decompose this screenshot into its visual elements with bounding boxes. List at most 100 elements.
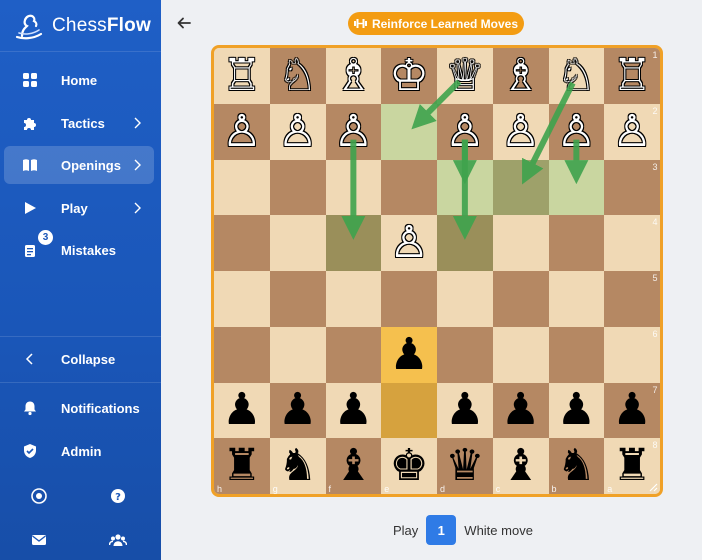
- side-to-move-label: White move: [464, 522, 533, 538]
- resize-handle-icon[interactable]: [648, 482, 658, 492]
- white-piece[interactable]: ♖: [214, 48, 270, 104]
- board-square[interactable]: [492, 326, 549, 383]
- white-piece[interactable]: ♘: [549, 48, 605, 104]
- rank-label: 6: [652, 328, 658, 339]
- help-icon[interactable]: ?: [109, 487, 127, 505]
- board-square[interactable]: [269, 271, 326, 328]
- sidebar-item-label: Mistakes: [61, 242, 116, 258]
- board-square[interactable]: [214, 326, 271, 383]
- black-piece[interactable]: ♚: [381, 438, 437, 494]
- sidebar-item-openings[interactable]: Openings: [4, 146, 154, 184]
- board-square[interactable]: [381, 103, 438, 160]
- board-square[interactable]: [492, 215, 549, 272]
- sidebar-item-label: Home: [61, 72, 98, 88]
- divider: [0, 336, 161, 337]
- sidebar-item-play[interactable]: Play: [4, 189, 154, 227]
- white-piece[interactable]: ♖: [604, 48, 660, 104]
- sidebar-item-label: Notifications: [61, 400, 140, 416]
- board-square[interactable]: [381, 159, 438, 216]
- play-label: Play: [393, 522, 419, 538]
- board-square[interactable]: [437, 215, 494, 272]
- board-square[interactable]: [381, 271, 438, 328]
- black-piece[interactable]: ♟: [326, 383, 382, 439]
- mail-icon[interactable]: [30, 531, 48, 549]
- black-piece[interactable]: ♝: [326, 438, 382, 494]
- sidebar-item-notifications[interactable]: Notifications: [4, 389, 154, 427]
- sidebar-item-label: Play: [61, 200, 88, 216]
- white-piece[interactable]: ♗: [493, 48, 549, 104]
- brand[interactable]: ChessFlow: [0, 0, 161, 52]
- chevron-right-icon: [134, 159, 141, 171]
- board-square[interactable]: [325, 326, 382, 383]
- black-piece[interactable]: ♞: [549, 438, 605, 494]
- users-icon[interactable]: [109, 531, 127, 549]
- board-square[interactable]: [437, 326, 494, 383]
- reinforce-moves-button[interactable]: Reinforce Learned Moves: [348, 12, 524, 35]
- chevron-right-icon: [134, 117, 141, 129]
- notes-icon: [25, 245, 35, 257]
- board-square[interactable]: [548, 159, 605, 216]
- board-square[interactable]: [437, 159, 494, 216]
- white-piece[interactable]: ♙: [493, 104, 549, 160]
- white-piece[interactable]: ♗: [326, 48, 382, 104]
- chess-board[interactable]: ♖ ♘ ♗ ♔ ♕ ♗ ♘ 1 ♖ ♙ ♙ ♙ ♙ ♙ ♙ 2 ♙ 3 ♙ 4 5 ♟ 6 ♟ ♟ ♟ ♟ ♟ ♟ 7 ♟ h ♜ g ♞ f ♝ e ♚ d…: [211, 45, 663, 497]
- board-square[interactable]: [381, 382, 438, 439]
- black-piece[interactable]: ♟: [381, 327, 437, 383]
- move-number: 1: [426, 515, 457, 545]
- board-square[interactable]: [214, 271, 271, 328]
- discord-icon[interactable]: [30, 487, 48, 505]
- board-square[interactable]: [492, 159, 549, 216]
- rank-label: 4: [652, 217, 658, 228]
- black-piece[interactable]: ♜: [214, 438, 270, 494]
- board-square[interactable]: 4: [604, 215, 660, 272]
- white-piece[interactable]: ♙: [381, 215, 437, 271]
- board-square[interactable]: [325, 215, 382, 272]
- sidebar-item-mistakes[interactable]: 3 Mistakes: [4, 230, 154, 269]
- board-square[interactable]: [548, 326, 605, 383]
- sidebar-item-tactics[interactable]: Tactics: [4, 104, 154, 142]
- grid-icon: [23, 73, 37, 87]
- black-piece[interactable]: ♞: [270, 438, 326, 494]
- black-piece[interactable]: ♟: [270, 383, 326, 439]
- back-arrow-icon[interactable]: [175, 14, 193, 32]
- white-piece[interactable]: ♙: [214, 104, 270, 160]
- white-piece[interactable]: ♔: [381, 48, 437, 104]
- board-grid: ♖ ♘ ♗ ♔ ♕ ♗ ♘ 1 ♖ ♙ ♙ ♙ ♙ ♙ ♙ 2 ♙ 3 ♙ 4 5 ♟ 6 ♟ ♟ ♟ ♟ ♟ ♟ 7 ♟ h ♜ g ♞ f ♝ e ♚ d…: [214, 48, 660, 494]
- sidebar: ChessFlow Home Tactics Openings Play 3 M…: [0, 0, 161, 560]
- black-piece[interactable]: ♟: [604, 383, 660, 439]
- board-square[interactable]: [437, 271, 494, 328]
- white-piece[interactable]: ♙: [604, 104, 660, 160]
- mistakes-count-badge: 3: [38, 230, 53, 245]
- collapse-button[interactable]: Collapse: [4, 340, 154, 378]
- white-piece[interactable]: ♙: [437, 104, 493, 160]
- black-piece[interactable]: ♟: [437, 383, 493, 439]
- board-square[interactable]: [214, 159, 271, 216]
- white-piece[interactable]: ♙: [326, 104, 382, 160]
- board-square[interactable]: [214, 215, 271, 272]
- board-square[interactable]: [548, 215, 605, 272]
- black-piece[interactable]: ♝: [493, 438, 549, 494]
- white-piece[interactable]: ♙: [549, 104, 605, 160]
- play-icon: [25, 202, 36, 214]
- sidebar-item-home[interactable]: Home: [4, 61, 154, 99]
- puzzle-icon: [24, 118, 36, 130]
- board-square[interactable]: 6: [604, 326, 660, 383]
- board-square[interactable]: 5: [604, 271, 660, 328]
- black-piece[interactable]: ♛: [437, 438, 493, 494]
- board-square[interactable]: 3: [604, 159, 660, 216]
- black-piece[interactable]: ♟: [214, 383, 270, 439]
- white-piece[interactable]: ♙: [270, 104, 326, 160]
- board-square[interactable]: [269, 326, 326, 383]
- rank-label: 5: [652, 273, 658, 283]
- black-piece[interactable]: ♟: [493, 383, 549, 439]
- black-piece[interactable]: ♟: [549, 383, 605, 439]
- white-piece[interactable]: ♕: [437, 48, 493, 104]
- board-square[interactable]: [492, 271, 549, 328]
- board-square[interactable]: [325, 159, 382, 216]
- sidebar-item-admin[interactable]: Admin: [4, 432, 154, 470]
- board-square[interactable]: [325, 271, 382, 328]
- board-square[interactable]: [548, 271, 605, 328]
- board-square[interactable]: [269, 159, 326, 216]
- board-square[interactable]: [269, 215, 326, 272]
- white-piece[interactable]: ♘: [270, 48, 326, 104]
